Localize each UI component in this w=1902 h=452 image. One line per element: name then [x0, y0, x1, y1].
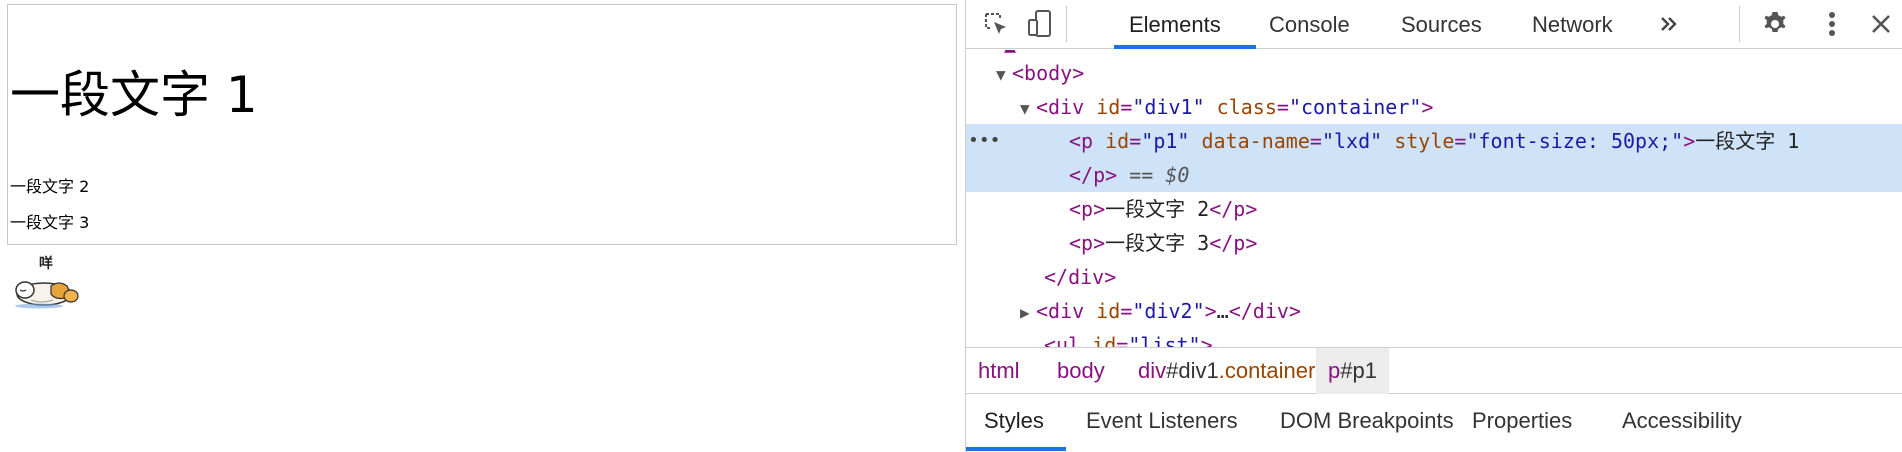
tab-properties[interactable]: Properties [1472, 394, 1572, 448]
expand-triangle-icon[interactable]: ▼ [1020, 92, 1036, 126]
inspect-element-icon[interactable] [978, 6, 1014, 42]
active-bottom-tab-indicator [966, 447, 1066, 451]
breadcrumb-html[interactable]: html [978, 348, 1020, 394]
dom-tree[interactable]: ••• ▲ ▼<body> ▼<div id="div1" class="con… [966, 50, 1902, 347]
dom-node-p1-close: </p> == $0 [1069, 163, 1190, 187]
close-icon[interactable] [1863, 6, 1899, 42]
sticker-caption: 咩 [39, 255, 53, 272]
toolbar-separator [1066, 6, 1067, 42]
dom-node-div1-close: </div> [1044, 265, 1117, 289]
more-actions-dots-icon[interactable]: ••• [968, 124, 1001, 158]
paragraph-p2: 一段文字 2 [10, 177, 90, 196]
sidebar-panel-tabs: Styles Event Listeners DOM Breakpoints P… [966, 394, 1902, 452]
dom-node-body[interactable]: ▼ <body> [996, 56, 1902, 90]
dom-node-div1[interactable]: ▼ <div id="div1" class="container"> [1020, 90, 1902, 124]
tab-sources[interactable]: Sources [1401, 0, 1482, 49]
toolbar-separator-2 [1739, 6, 1740, 42]
tab-dom-breakpoints[interactable]: DOM Breakpoints [1280, 394, 1454, 448]
dom-node-p3[interactable]: <p>一段文字 3</p> [1069, 226, 1902, 260]
dom-node-p2[interactable]: <p>一段文字 2</p> [1069, 192, 1902, 226]
container-div1: 一段文字 1 一段文字 2 一段文字 3 [7, 4, 957, 245]
dom-node-ul-partial[interactable]: <ul id="list"> [1044, 328, 1902, 347]
breadcrumb-body[interactable]: body [1057, 348, 1105, 394]
tab-styles[interactable]: Styles [984, 394, 1044, 448]
page-viewport: 一段文字 1 一段文字 2 一段文字 3 咩 [0, 0, 965, 452]
tab-elements[interactable]: Elements [1129, 0, 1221, 49]
settings-gear-icon[interactable] [1757, 6, 1793, 42]
devtools-toolbar: Elements Console Sources Network [966, 0, 1902, 49]
tab-network[interactable]: Network [1532, 0, 1613, 49]
breadcrumb-p1[interactable]: p#p1 [1316, 348, 1389, 394]
chevron-double-right-icon[interactable] [1651, 6, 1687, 42]
tab-console[interactable]: Console [1269, 0, 1350, 49]
paragraph-p3: 一段文字 3 [10, 213, 90, 232]
device-toolbar-icon[interactable] [1022, 6, 1058, 42]
breadcrumb-div1[interactable]: div#div1.container [1138, 348, 1315, 394]
tab-event-listeners[interactable]: Event Listeners [1086, 394, 1238, 448]
expand-triangle-icon[interactable]: ▼ [996, 58, 1012, 92]
paragraph-p1: 一段文字 1 [10, 66, 258, 124]
tab-accessibility[interactable]: Accessibility [1622, 394, 1742, 448]
dom-node-p1-selected[interactable]: <p id="p1" data-name="lxd" style="font-s… [1069, 124, 1902, 158]
devtools-panel: Elements Console Sources Network ••• ▼ <… [965, 0, 1902, 452]
breadcrumb: html body div#div1.container p#p1 [966, 347, 1902, 394]
sleeping-sheep-sticker: 咩 [15, 255, 79, 309]
collapsed-triangle-icon[interactable]: ▶ [1020, 296, 1036, 330]
active-tab-indicator [1114, 45, 1256, 49]
dom-node-div2[interactable]: ▶ <div id="div2">…</div> [1020, 294, 1902, 328]
more-vertical-icon[interactable] [1814, 6, 1850, 42]
